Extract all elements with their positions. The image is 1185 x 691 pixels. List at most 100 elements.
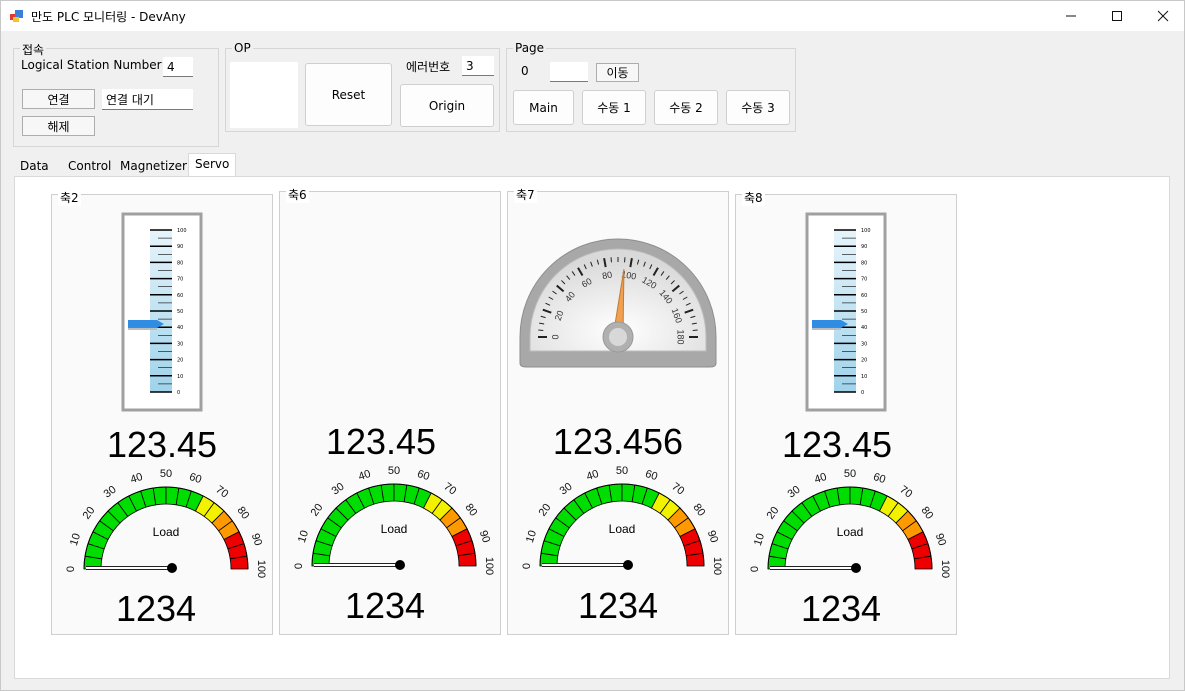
scale-label: 20 xyxy=(861,358,867,364)
axis-2-gauges: 1009080706050403020100 010203040 50 607080… xyxy=(65,212,267,578)
pointer-shadow xyxy=(128,327,157,330)
gauge-hub xyxy=(167,563,177,573)
scale-label: 0 xyxy=(177,390,180,396)
gauge-tick-label: 40 xyxy=(585,468,600,483)
axis-7-gauges: 020406080 100 120140160180 010203040 50 6070… xyxy=(519,238,723,575)
gauge-tick-label: 0 xyxy=(293,563,305,569)
gauge-tick-label: 50 xyxy=(616,465,628,477)
load-gauge: 010203040 50 60708090100Load xyxy=(65,468,267,578)
scale-label: 100 xyxy=(177,228,187,234)
title-bar[interactable]: 만도 PLC 모니터링 - DevAny xyxy=(1,1,1184,31)
tab-control[interactable]: Control xyxy=(62,156,117,176)
load-value: 1234 xyxy=(577,585,659,626)
minimize-button[interactable] xyxy=(1048,1,1094,31)
gauge-hub xyxy=(623,560,633,570)
gauge-segment xyxy=(380,483,395,503)
minimize-icon xyxy=(1066,15,1076,17)
axis-panel-2: 축2 100 90 80 70 60 50 40 30 20 10 0 0 10 20 30 40 50 60 7… xyxy=(51,189,273,635)
gauge-tick-label: 90 xyxy=(249,532,264,547)
tab-data[interactable]: Data xyxy=(14,156,55,176)
axis-panel-8: 축8 100 90 80 70 60 50 40 30 20 10 0 0 10 20 30 40 50 60 7… xyxy=(735,189,957,635)
gauge-hub xyxy=(395,560,405,570)
app-window: 만도 PLC 모니터링 - DevAny 접속 Logical Station … xyxy=(0,0,1185,691)
load-gauge: 010203040 50 60708090100Load xyxy=(749,468,951,578)
scale-label: 40 xyxy=(177,325,183,331)
app-icon xyxy=(10,10,23,22)
close-icon xyxy=(1157,10,1169,22)
current-page-value: 0 xyxy=(521,64,529,78)
disconnect-button[interactable]: 해제 xyxy=(22,116,95,136)
op-group-label: OP xyxy=(232,41,253,55)
manual-3-button[interactable]: 수동 3 xyxy=(726,90,790,125)
gauge-tick-label: 60 xyxy=(416,468,431,483)
scale-label: 30 xyxy=(861,341,867,347)
speedometer-gauge: 020406080 100 120140160180 xyxy=(519,238,717,368)
gauge-tick-label: 80 xyxy=(918,505,935,522)
gauge-hub xyxy=(851,563,861,573)
load-gauge: 010203040 50 60708090100Load xyxy=(293,465,495,575)
scale-label: 0 xyxy=(861,390,864,396)
gauge-tick-label: 90 xyxy=(477,529,492,544)
gauge-tick-label: 0 xyxy=(749,566,761,572)
load-value: 1234 xyxy=(800,588,882,629)
gauge-segment xyxy=(229,555,249,570)
position-value: 123.456 xyxy=(552,421,684,462)
gauge-tick-label: 40 xyxy=(357,468,372,483)
scale-label: 60 xyxy=(177,293,183,299)
gauge-tick-label: 0 xyxy=(65,566,77,572)
meter-pointer xyxy=(128,319,164,328)
gauge-title: Load xyxy=(837,525,864,539)
move-page-button[interactable]: 이동 xyxy=(596,63,639,82)
scale-label: 70 xyxy=(861,277,867,283)
gauge-segment xyxy=(152,486,167,506)
axis-6-gauges: 010203040 50 60708090100Load xyxy=(293,465,495,575)
scale-label: 90 xyxy=(177,244,183,250)
speedometer-hub-center xyxy=(609,328,627,346)
gauge-tick-label: 50 xyxy=(160,468,172,480)
maximize-button[interactable] xyxy=(1094,1,1140,31)
scale-label: 10 xyxy=(861,374,867,380)
gauge-tick-label: 100 xyxy=(711,557,723,575)
main-page-button[interactable]: Main xyxy=(513,90,574,125)
error-number-input[interactable] xyxy=(462,56,494,76)
gauge-tick-label: 90 xyxy=(933,532,948,547)
close-button[interactable] xyxy=(1140,1,1185,31)
gauge-tick-label: 70 xyxy=(441,481,458,498)
gauge-tick-label: 10 xyxy=(296,529,311,544)
gauge-tick-label: 10 xyxy=(752,532,767,547)
gauge-tick-label: 30 xyxy=(330,481,347,498)
gauge-tick-label: 40 xyxy=(129,471,144,486)
gauge-tick-label: 50 xyxy=(844,468,856,480)
tab-servo[interactable]: Servo xyxy=(188,153,237,177)
gauge-title: Load xyxy=(381,522,408,536)
op-indicator-panel xyxy=(230,62,298,128)
scale-label: 50 xyxy=(861,309,867,315)
origin-button[interactable]: Origin xyxy=(400,84,494,127)
scale-label: 80 xyxy=(177,260,183,266)
gauge-title: Load xyxy=(609,522,636,536)
station-number-label: Logical Station Number xyxy=(21,58,162,72)
reset-button[interactable]: Reset xyxy=(305,63,392,126)
load-value: 1234 xyxy=(115,588,197,629)
gauge-segment xyxy=(685,552,705,567)
scale-label: 90 xyxy=(861,244,867,250)
gauge-segment xyxy=(457,552,477,567)
gauge-segment xyxy=(608,483,623,503)
gauge-tick-label: 30 xyxy=(786,484,803,501)
station-number-input[interactable] xyxy=(163,57,193,77)
position-value: 123.45 xyxy=(106,424,218,465)
gauge-tick-label: 50 xyxy=(388,465,400,477)
gauge-tick-label: 100 xyxy=(939,560,951,578)
gauge-tick-label: 80 xyxy=(234,505,251,522)
dial-tick-label: 80 xyxy=(601,270,613,282)
gauge-tick-label: 20 xyxy=(309,502,326,519)
connect-button[interactable]: 연결 xyxy=(22,89,95,109)
gauge-tick-label: 10 xyxy=(524,529,539,544)
manual-2-button[interactable]: 수동 2 xyxy=(654,90,718,125)
page-number-input[interactable] xyxy=(550,62,588,82)
scale-label: 10 xyxy=(177,374,183,380)
meter-pointer xyxy=(812,319,848,328)
tab-magnetizer[interactable]: Magnetizer xyxy=(114,156,193,176)
manual-1-button[interactable]: 수동 1 xyxy=(582,90,646,125)
gauge-tick-label: 60 xyxy=(188,471,203,486)
